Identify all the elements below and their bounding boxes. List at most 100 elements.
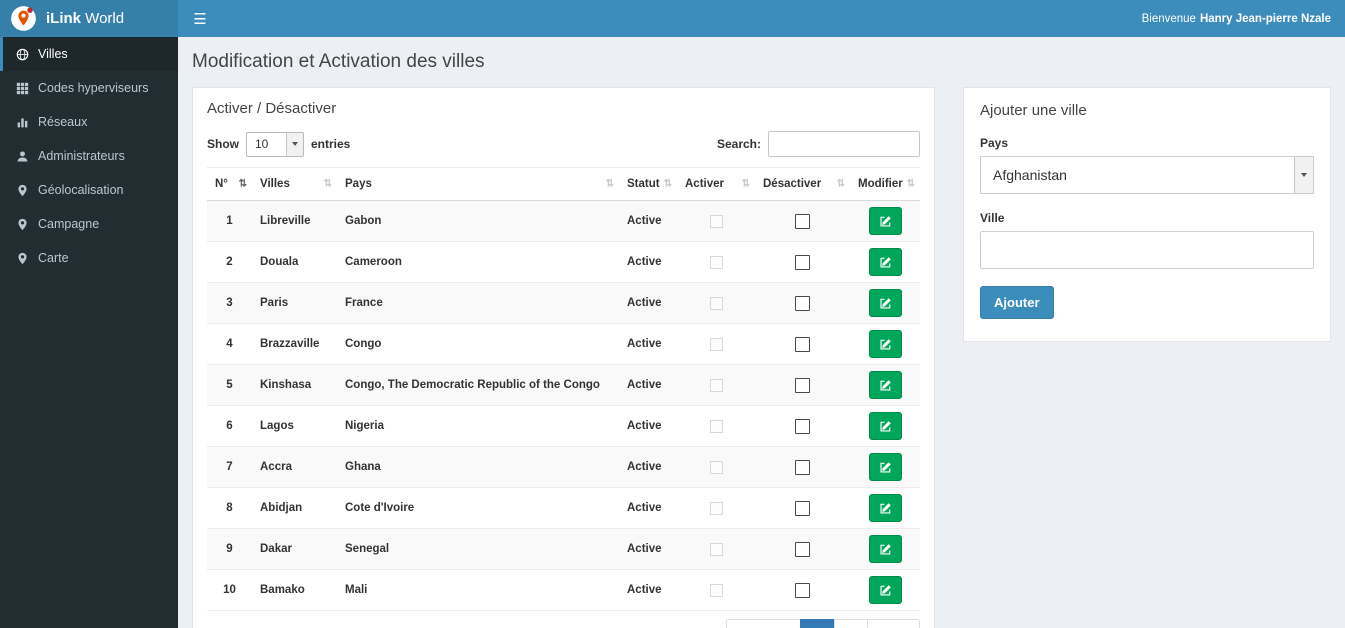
row-pays: Congo, The Democratic Republic of the Co… bbox=[337, 364, 619, 406]
app-logo[interactable]: iLink World bbox=[0, 0, 178, 37]
table-row: 1 Libreville Gabon Active bbox=[207, 200, 920, 242]
edit-icon bbox=[879, 256, 892, 269]
modifier-button[interactable] bbox=[868, 248, 902, 276]
edit-icon bbox=[879, 461, 892, 474]
column-header-activer[interactable]: Activer ⇅ bbox=[677, 167, 755, 201]
modifier-button[interactable] bbox=[868, 330, 902, 358]
activer-checkbox bbox=[709, 255, 723, 269]
sidebar-item-reseaux[interactable]: Réseaux bbox=[0, 105, 178, 139]
brand-rest: World bbox=[81, 10, 125, 27]
modifier-button[interactable] bbox=[868, 453, 902, 481]
chevron-down-icon bbox=[286, 132, 303, 156]
pagination: Previous 1 2 Next bbox=[726, 619, 920, 628]
modifier-button[interactable] bbox=[868, 289, 902, 317]
pays-selected-value: Afghanistan bbox=[993, 167, 1067, 183]
column-header-villes[interactable]: Villes ⇅ bbox=[252, 167, 337, 201]
next-page-button[interactable]: Next bbox=[867, 619, 920, 628]
sidebar-item-administrateurs[interactable]: Administrateurs bbox=[0, 139, 178, 173]
page-length-select[interactable]: 10 bbox=[246, 131, 304, 157]
sort-icon: ⇅ bbox=[605, 178, 614, 190]
bar-chart-icon bbox=[16, 116, 29, 129]
edit-icon bbox=[879, 215, 892, 228]
sidebar-item-geolocalisation[interactable]: Géolocalisation bbox=[0, 173, 178, 207]
row-number: 5 bbox=[207, 364, 252, 406]
pays-label: Pays bbox=[980, 136, 1009, 150]
table-footer: Showing 1 to 10 of 17 entries Previous 1… bbox=[207, 619, 920, 628]
sidebar: Villes Codes hyperviseurs Réseaux Admini… bbox=[0, 37, 178, 628]
desactiver-checkbox[interactable] bbox=[795, 418, 810, 434]
desactiver-checkbox[interactable] bbox=[795, 377, 810, 393]
row-statut: Active bbox=[619, 405, 677, 447]
table-row: 4 Brazzaville Congo Active bbox=[207, 323, 920, 365]
previous-page-button[interactable]: Previous bbox=[726, 619, 801, 628]
edit-icon bbox=[879, 338, 892, 351]
user-icon bbox=[16, 150, 29, 163]
modifier-button[interactable] bbox=[868, 371, 902, 399]
row-ville: Kinshasa bbox=[252, 364, 337, 406]
table-row: 9 Dakar Senegal Active bbox=[207, 528, 920, 570]
table-row: 2 Douala Cameroon Active bbox=[207, 241, 920, 283]
sidebar-item-label: Géolocalisation bbox=[38, 183, 124, 197]
desactiver-checkbox[interactable] bbox=[795, 295, 810, 311]
pays-select[interactable]: Afghanistan bbox=[980, 156, 1314, 194]
row-ville: Douala bbox=[252, 241, 337, 283]
edit-icon bbox=[879, 420, 892, 433]
desactiver-checkbox[interactable] bbox=[795, 254, 810, 270]
sidebar-toggle-button[interactable]: ☰ bbox=[178, 0, 222, 37]
cities-card-title: Activer / Désactiver bbox=[207, 100, 337, 117]
sidebar-item-carte[interactable]: Carte bbox=[0, 241, 178, 275]
row-number: 2 bbox=[207, 241, 252, 283]
ville-input[interactable] bbox=[980, 231, 1314, 269]
activer-checkbox bbox=[709, 419, 723, 433]
modifier-button[interactable] bbox=[868, 535, 902, 563]
row-ville: Lagos bbox=[252, 405, 337, 447]
sort-icon: ⇅ bbox=[663, 178, 672, 190]
desactiver-checkbox[interactable] bbox=[795, 500, 810, 516]
row-pays: Mali bbox=[337, 569, 619, 611]
desactiver-checkbox[interactable] bbox=[795, 336, 810, 352]
desactiver-checkbox[interactable] bbox=[795, 459, 810, 475]
row-pays: Ghana bbox=[337, 446, 619, 488]
row-pays: Nigeria bbox=[337, 405, 619, 447]
sidebar-item-campagne[interactable]: Campagne bbox=[0, 207, 178, 241]
page-length-value: 10 bbox=[255, 137, 269, 151]
row-ville: Brazzaville bbox=[252, 323, 337, 365]
sidebar-item-label: Villes bbox=[38, 47, 68, 61]
modifier-button[interactable] bbox=[868, 412, 902, 440]
sidebar-item-villes[interactable]: Villes bbox=[0, 37, 178, 71]
desactiver-checkbox[interactable] bbox=[795, 213, 810, 229]
column-header-statut[interactable]: Statut ⇅ bbox=[619, 167, 677, 201]
chevron-down-icon bbox=[1294, 157, 1313, 193]
column-header-desactiver[interactable]: Désactiver ⇅ bbox=[755, 167, 850, 201]
row-statut: Active bbox=[619, 446, 677, 488]
desactiver-checkbox[interactable] bbox=[795, 582, 810, 598]
table-row: 5 Kinshasa Congo, The Democratic Republi… bbox=[207, 364, 920, 406]
modifier-button[interactable] bbox=[868, 576, 902, 604]
page-1-button[interactable]: 1 bbox=[799, 619, 835, 628]
desactiver-checkbox[interactable] bbox=[795, 541, 810, 557]
modifier-button[interactable] bbox=[868, 207, 902, 235]
grid-icon bbox=[16, 82, 29, 95]
sidebar-item-codes-hyperviseurs[interactable]: Codes hyperviseurs bbox=[0, 71, 178, 105]
row-ville: Dakar bbox=[252, 528, 337, 570]
table-row: 10 Bamako Mali Active bbox=[207, 569, 920, 611]
search-input[interactable] bbox=[768, 131, 920, 157]
entries-label: entries bbox=[311, 137, 351, 151]
row-number: 6 bbox=[207, 405, 252, 447]
row-number: 7 bbox=[207, 446, 252, 488]
sort-icon: ⇅ bbox=[741, 178, 750, 190]
column-header-pays[interactable]: Pays ⇅ bbox=[337, 167, 619, 201]
page-2-button[interactable]: 2 bbox=[833, 619, 869, 628]
table-row: 3 Paris France Active bbox=[207, 282, 920, 324]
row-number: 10 bbox=[207, 569, 252, 611]
show-label: Show bbox=[207, 137, 239, 151]
column-header-modifier[interactable]: Modifier ⇅ bbox=[850, 167, 920, 201]
sort-icon: ⇅ bbox=[906, 178, 915, 190]
table-row: 6 Lagos Nigeria Active bbox=[207, 405, 920, 447]
brand-title: iLink World bbox=[46, 10, 124, 27]
row-statut: Active bbox=[619, 323, 677, 365]
row-statut: Active bbox=[619, 487, 677, 529]
column-header-num[interactable]: N° ⇅ bbox=[207, 167, 252, 201]
modifier-button[interactable] bbox=[868, 494, 902, 522]
ajouter-button[interactable]: Ajouter bbox=[980, 286, 1054, 319]
